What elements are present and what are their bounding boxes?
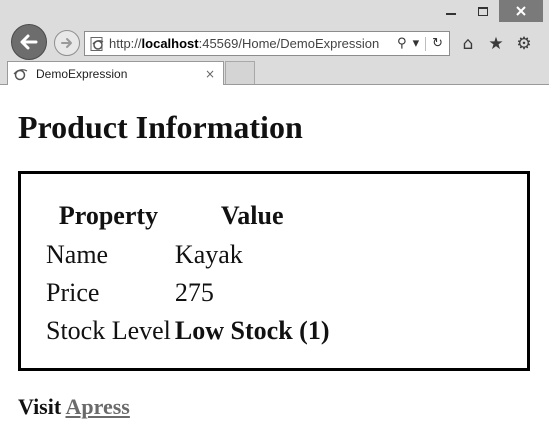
column-header-value: Value [220, 201, 284, 230]
search-icon[interactable]: ⚲ [397, 36, 407, 51]
value-cell: Kayak [174, 240, 243, 269]
tab-ie-icon [12, 66, 28, 82]
favorites-star-icon[interactable]: ★ [486, 34, 506, 54]
minimize-button[interactable] [435, 0, 467, 22]
close-window-button[interactable] [499, 0, 543, 22]
home-icon[interactable]: ⌂ [458, 34, 478, 54]
settings-gear-icon[interactable]: ⚙ [514, 34, 534, 54]
visit-label: Visit [18, 394, 62, 419]
address-bar-tools: ⚲ ▾ ↻ [397, 36, 449, 51]
maximize-button[interactable] [467, 0, 499, 22]
forward-button[interactable] [54, 30, 80, 56]
page-content: Product Information Property Value Name … [0, 86, 549, 448]
visit-line: Visit Apress [18, 394, 130, 420]
back-button[interactable] [11, 24, 47, 60]
table-row: Name Kayak [45, 237, 330, 273]
back-arrow-icon [20, 34, 38, 50]
refresh-icon[interactable]: ↻ [432, 36, 443, 51]
tab-close-icon[interactable]: × [201, 67, 219, 81]
product-table: Property Value Name Kayak Price 275 Stoc… [43, 195, 332, 351]
value-cell: 275 [174, 278, 214, 307]
url-path: :45569/Home/DemoExpression [198, 36, 380, 51]
url-prefix: http:// [109, 36, 142, 51]
tab-demoexpression[interactable]: DemoExpression × [7, 61, 224, 85]
new-tab-button[interactable] [225, 61, 255, 84]
tab-title: DemoExpression [36, 66, 128, 81]
property-cell: Price [46, 278, 100, 307]
table-row: Stock Level Low Stock (1) [45, 313, 330, 349]
address-bar[interactable]: http://localhost:45569/Home/DemoExpressi… [84, 31, 450, 56]
ie-page-icon [89, 36, 105, 52]
forward-arrow-icon [61, 38, 72, 48]
window-controls [435, 0, 543, 22]
page-title: Product Information [18, 109, 303, 145]
url-text[interactable]: http://localhost:45569/Home/DemoExpressi… [109, 36, 397, 51]
browser-chrome: http://localhost:45569/Home/DemoExpressi… [0, 0, 549, 85]
table-row: Price 275 [45, 275, 330, 311]
maximize-icon [478, 6, 488, 16]
browser-toolbar: ⌂ ★ ⚙ [458, 31, 534, 56]
address-divider [425, 36, 427, 51]
url-host: localhost [141, 36, 199, 51]
value-cell: Low Stock (1) [174, 316, 330, 345]
close-icon [516, 6, 526, 16]
column-header-property: Property [58, 201, 159, 230]
dropdown-arrow-icon[interactable]: ▾ [413, 36, 420, 51]
property-cell: Stock Level [46, 316, 171, 345]
apress-link[interactable]: Apress [65, 394, 129, 419]
minimize-icon [446, 13, 456, 15]
property-cell: Name [46, 240, 109, 269]
product-info-box: Property Value Name Kayak Price 275 Stoc… [18, 171, 530, 371]
table-header-row: Property Value [45, 197, 330, 235]
